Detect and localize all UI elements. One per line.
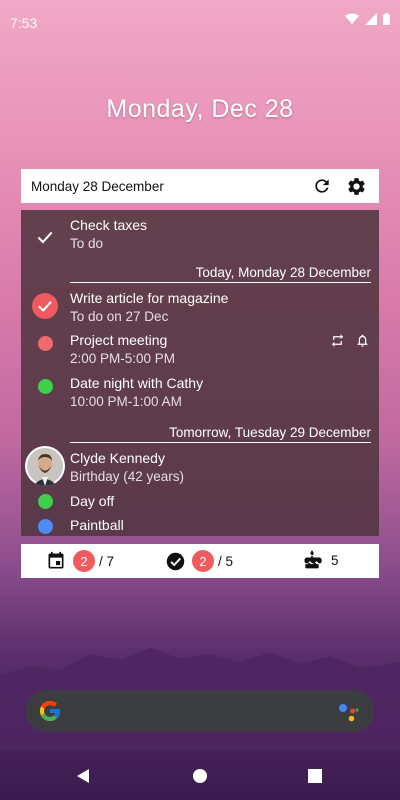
event-time: 10:00 PM-1:00 AM [70,394,182,409]
events-counter[interactable]: 2 / 7 [46,550,114,572]
status-time: 7:53 [10,15,38,31]
signal-icon [365,13,377,25]
bell-icon [357,334,368,347]
list-item[interactable]: Write article for magazine To do on 27 D… [21,289,379,329]
battery-icon [383,13,390,25]
list-item[interactable]: Clyde Kennedy Birthday (42 years) [21,446,379,489]
completed-check-icon[interactable] [32,293,58,319]
home-icon[interactable] [192,768,208,784]
google-logo-icon [40,701,60,721]
list-item[interactable]: Day off [21,492,379,514]
event-title: Date night with Cathy [70,375,204,391]
event-color-dot [33,489,57,513]
calendar-icon [48,551,64,569]
event-color-dot [33,374,57,398]
checkmark-icon[interactable] [33,225,57,249]
refresh-icon [315,179,329,193]
widget-footer: 2 / 7 2 / 5 5 [21,544,379,578]
birthdays-count: 5 [331,552,339,568]
event-title: Day off [70,493,115,509]
list-item[interactable]: Check taxes To do [21,216,379,256]
list-item[interactable]: Project meeting 2:00 PM-5:00 PM [21,331,379,371]
widget-date-title[interactable]: Monday 28 December [31,179,311,194]
navigation-bar [0,752,400,800]
section-header-today: Today, Monday 28 December [70,265,371,283]
back-icon[interactable] [75,768,91,784]
task-title: Check taxes [70,217,148,233]
agenda-list[interactable]: Check taxes To do Today, Monday 28 Decem… [21,210,379,536]
events-total: / 7 [99,553,115,569]
status-bar: 7:53 [0,0,400,44]
settings-button[interactable] [345,175,367,197]
status-icons [345,13,390,25]
event-title: Project meeting [70,332,168,348]
event-color-dot [33,331,57,355]
repeat-icon [331,334,344,347]
widget-header: Monday 28 December [21,169,379,203]
event-color-dot [33,514,57,536]
section-header-tomorrow: Tomorrow, Tuesday 29 December [70,425,371,443]
events-badge: 2 [73,550,95,572]
wifi-icon [345,13,359,24]
task-subtitle: To do on 27 Dec [70,309,169,324]
birthday-name: Clyde Kennedy [70,450,165,466]
home-date[interactable]: Monday, Dec 28 [0,95,400,124]
birthday-subtitle: Birthday (42 years) [70,469,185,484]
task-title: Write article for magazine [70,290,229,306]
cake-icon [304,550,322,569]
gear-icon [347,177,365,195]
google-search-bar[interactable] [26,690,374,732]
tasks-total: / 5 [218,553,234,569]
event-title: Paintball [70,517,124,533]
tasks-counter[interactable]: 2 / 5 [165,550,233,572]
tasks-badge: 2 [192,550,214,572]
task-subtitle: To do [70,236,104,251]
assistant-mic-icon[interactable] [336,700,360,724]
check-circle-icon [166,552,185,570]
list-item[interactable]: Paintball [21,516,379,536]
avatar [25,446,65,486]
event-time: 2:00 PM-5:00 PM [70,351,176,366]
list-item[interactable]: Date night with Cathy 10:00 PM-1:00 AM [21,374,379,414]
refresh-button[interactable] [311,175,333,197]
birthdays-counter[interactable]: 5 [302,550,339,570]
recents-icon[interactable] [308,769,322,783]
